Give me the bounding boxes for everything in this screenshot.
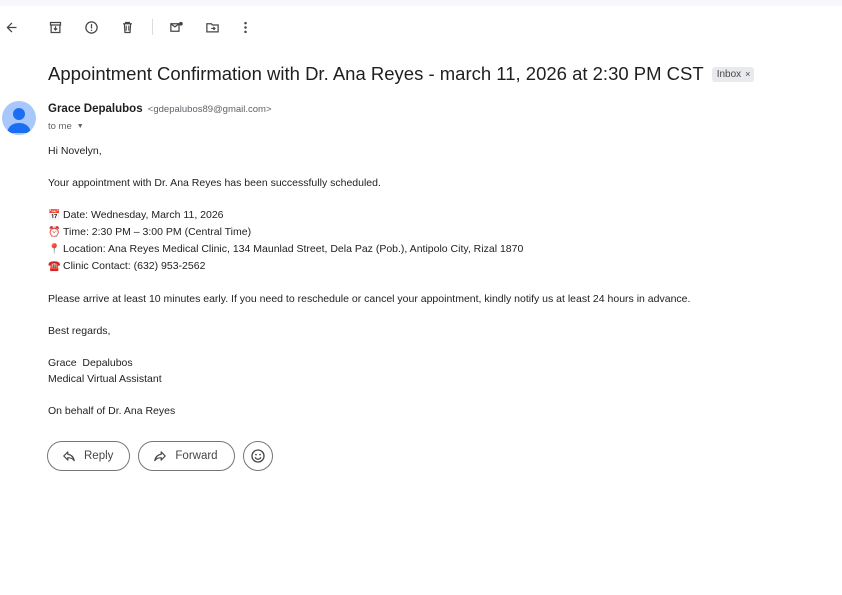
signature-name: Grace Depalubos	[48, 357, 133, 369]
email-subject: Appointment Confirmation with Dr. Ana Re…	[48, 63, 704, 84]
time-line: ⏰ Time: 2:30 PM – 3:00 PM (Central Time)	[48, 224, 690, 241]
mark-unread-icon	[169, 21, 183, 32]
greeting: Hi Novelyn,	[48, 145, 102, 157]
label-name: Inbox	[716, 68, 742, 80]
time-text: Time: 2:30 PM – 3:00 PM (Central Time)	[63, 226, 252, 238]
closing-text: Best regards,	[48, 325, 111, 337]
delete-button[interactable]	[114, 14, 140, 40]
location-line: 📍 Location: Ana Reyes Medical Clinic, 134…	[48, 241, 690, 258]
intro-text: Your appointment with Dr. Ana Reyes has …	[48, 177, 381, 189]
top-strip	[0, 0, 842, 6]
reply-icon	[63, 451, 75, 462]
location-text: Location: Ana Reyes Medical Clinic, 134 …	[63, 243, 524, 255]
date-text: Date: Wednesday, March 11, 2026	[63, 209, 224, 221]
person-icon	[7, 108, 31, 133]
signature-title: Medical Virtual Assistant	[48, 373, 162, 385]
telephone-icon: ☎️	[48, 261, 61, 272]
date-line: 📅 Date: Wednesday, March 11, 2026	[48, 207, 690, 224]
sender-line: Grace Depalubos <gdepalubos89@gmail.com>	[48, 103, 272, 115]
delete-icon	[122, 21, 132, 33]
report-spam-icon	[84, 20, 98, 34]
calendar-icon: 📅	[48, 210, 61, 221]
back-button[interactable]	[0, 14, 24, 40]
forward-button[interactable]: Forward	[138, 441, 235, 471]
email-subject-row: Appointment Confirmation with Dr. Ana Re…	[48, 63, 755, 85]
reply-actions: Reply Forward	[47, 441, 273, 471]
sender-name[interactable]: Grace Depalubos	[48, 103, 143, 115]
smiley-icon	[250, 449, 265, 463]
contact-text: Clinic Contact: (632) 953-2562	[63, 260, 206, 272]
inbox-label-chip[interactable]: Inbox ×	[711, 66, 755, 82]
contact-line: ☎️ Clinic Contact: (632) 953-2562	[48, 258, 690, 275]
avatar[interactable]	[2, 101, 36, 135]
add-reaction-button[interactable]	[242, 441, 273, 471]
reply-label: Reply	[84, 450, 114, 462]
move-to-button[interactable]	[199, 14, 225, 40]
location-pin-icon: 📍	[48, 244, 61, 255]
forward-label: Forward	[175, 450, 218, 462]
archive-button[interactable]	[42, 14, 68, 40]
report-spam-button[interactable]	[78, 14, 104, 40]
email-body: Hi Novelyn, Your appointment with Dr. An…	[48, 143, 690, 419]
more-options-button[interactable]	[232, 14, 258, 40]
more-options-icon	[243, 21, 247, 33]
message-toolbar	[0, 14, 842, 40]
behalf-text: On behalf of Dr. Ana Reyes	[48, 405, 176, 417]
instructions-text: Please arrive at least 10 minutes early.…	[48, 293, 691, 305]
archive-icon	[49, 21, 61, 33]
move-to-icon	[205, 22, 219, 32]
recipient-dropdown[interactable]: to me ▼	[48, 121, 84, 132]
recipient-label: to me	[48, 121, 72, 132]
back-icon	[6, 22, 16, 32]
chevron-down-icon: ▼	[76, 123, 84, 130]
reply-button[interactable]: Reply	[47, 441, 131, 471]
mark-unread-button[interactable]	[163, 14, 189, 40]
alarm-clock-icon: ⏰	[48, 227, 61, 238]
forward-icon	[154, 451, 167, 462]
sender-email: <gdepalubos89@gmail.com>	[147, 104, 272, 115]
toolbar-divider	[152, 19, 153, 35]
remove-label-icon[interactable]: ×	[745, 69, 750, 79]
